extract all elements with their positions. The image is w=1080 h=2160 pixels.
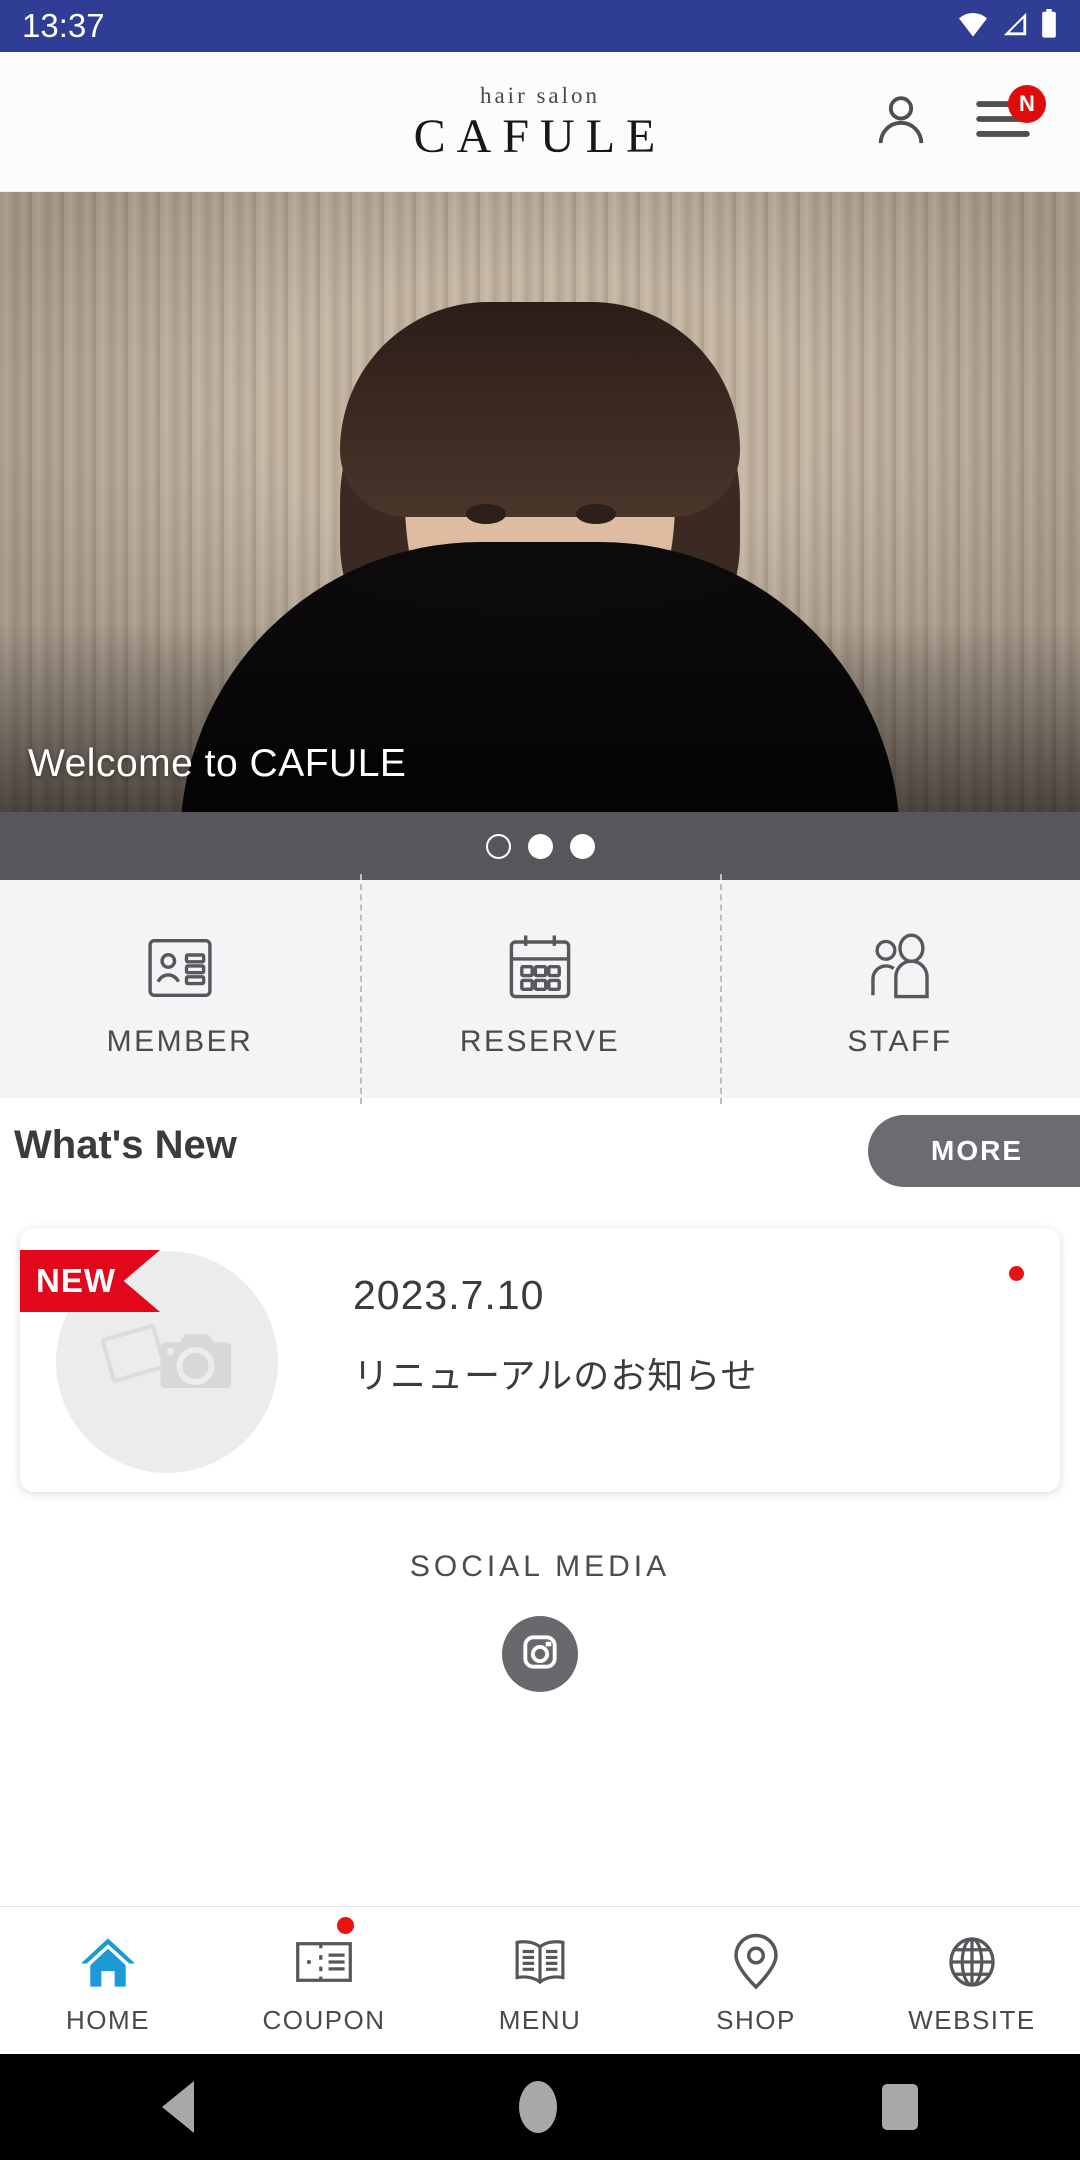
recents-square-icon[interactable]	[881, 2084, 918, 2130]
nav-item-menu[interactable]: MENU	[432, 1907, 648, 2054]
menu-button[interactable]: N	[970, 84, 1046, 155]
quick-action-member[interactable]: MEMBER	[0, 880, 360, 1098]
people-icon	[861, 925, 939, 1011]
hero-carousel[interactable]: Welcome to CAFULE	[0, 192, 1080, 812]
wifi-icon	[956, 10, 990, 43]
hero-caption: Welcome to CAFULE	[28, 742, 407, 785]
menu-new-badge: N	[1008, 84, 1046, 123]
photo-camera-placeholder-icon	[97, 1305, 237, 1420]
nav-item-shop[interactable]: SHOP	[648, 1907, 864, 2054]
social-media-links	[502, 1616, 578, 1692]
carousel-dot-1[interactable]	[485, 833, 511, 859]
whats-new-header: What's New MORE	[0, 1115, 1080, 1201]
book-icon	[508, 1925, 572, 1999]
social-media-title: SOCIAL MEDIA	[409, 1550, 671, 1583]
carousel-dot-3[interactable]	[569, 833, 595, 859]
nav-item-label: SHOP	[716, 2005, 796, 2035]
nav-item-home[interactable]: HOME	[0, 1907, 216, 2054]
nav-item-coupon[interactable]: COUPON	[216, 1907, 432, 2054]
news-text: 2023.7.10 リニューアルのお知らせ	[353, 1272, 1000, 1399]
instagram-icon	[518, 1630, 562, 1679]
system-navigation-bar	[0, 2054, 1080, 2160]
globe-icon	[942, 1925, 1002, 1999]
carousel-indicator	[0, 812, 1080, 880]
logo-subtitle: hair salon	[479, 82, 601, 108]
news-title: リニューアルのお知らせ	[353, 1355, 758, 1396]
person-icon	[872, 90, 930, 153]
status-time: 13:37	[22, 7, 105, 44]
header-actions: N	[868, 84, 1080, 155]
quick-actions-row: MEMBER RESERVE STAFF	[0, 874, 1080, 1104]
status-icons	[956, 8, 1058, 44]
quick-action-label: STAFF	[847, 1025, 953, 1058]
news-unread-dot	[1009, 1266, 1024, 1281]
coupon-badge-dot	[336, 1917, 354, 1934]
app-header: hair salon CAFULE N	[0, 52, 1080, 192]
nav-item-label: COUPON	[262, 2005, 386, 2035]
quick-action-label: MEMBER	[106, 1025, 254, 1058]
carousel-dot-2[interactable]	[527, 833, 553, 859]
instagram-link[interactable]	[502, 1616, 578, 1692]
bottom-navigation: HOME COUPON MENU SHOP WEBSITE	[0, 1906, 1080, 2054]
quick-action-staff[interactable]: STAFF	[720, 874, 1080, 1104]
back-triangle-icon[interactable]	[162, 2081, 195, 2133]
section-title: What's New	[14, 1123, 237, 1167]
calendar-icon	[501, 925, 579, 1011]
news-date: 2023.7.10	[353, 1272, 545, 1318]
id-card-icon	[141, 925, 219, 1011]
location-pin-icon	[726, 1925, 786, 1999]
status-bar: 13:37	[0, 0, 1080, 52]
quick-action-label: RESERVE	[459, 1025, 621, 1058]
nav-item-website[interactable]: WEBSITE	[864, 1907, 1080, 2054]
cellular-signal-icon	[1000, 10, 1030, 43]
logo-wordmark: CAFULE	[413, 109, 667, 163]
ticket-icon	[292, 1925, 356, 1999]
quick-action-reserve[interactable]: RESERVE	[360, 874, 720, 1104]
battery-icon	[1040, 8, 1058, 44]
home-circle-icon[interactable]	[518, 2081, 557, 2133]
news-card[interactable]: NEW 2023.7.10 リニューアルのお知らせ	[20, 1228, 1060, 1492]
home-icon	[76, 1925, 140, 1999]
app-root: 13:37 hair salon CAFULE N Welcome to CAF…	[0, 0, 1080, 2160]
whats-new-more-button[interactable]: MORE	[868, 1115, 1080, 1187]
nav-item-label: HOME	[66, 2005, 150, 2035]
nav-item-label: WEBSITE	[908, 2005, 1036, 2035]
account-button[interactable]	[868, 89, 934, 155]
social-media-section: SOCIAL MEDIA	[0, 1550, 1080, 1692]
nav-item-label: MENU	[498, 2005, 582, 2035]
